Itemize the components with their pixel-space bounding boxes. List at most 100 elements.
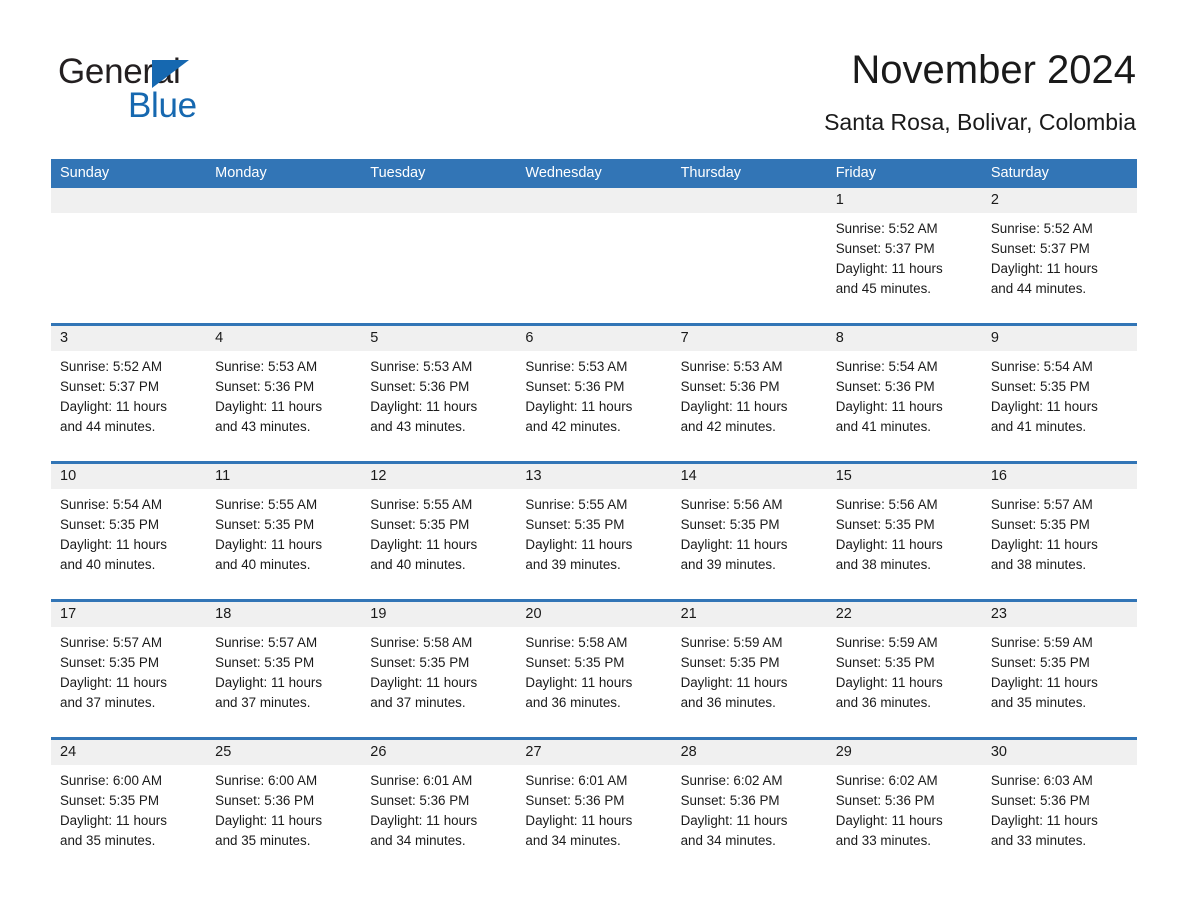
day-info-line: and 39 minutes. [525, 557, 621, 572]
day-info-line: and 42 minutes. [525, 419, 621, 434]
day-cell[interactable]: Sunrise: 5:55 AM Sunset: 5:35 PM Daylight:… [516, 489, 671, 599]
day-cell[interactable]: Sunrise: 5:57 AM Sunset: 5:35 PM Daylight:… [206, 627, 361, 737]
day-info-line: Sunset: 5:36 PM [370, 793, 470, 808]
day-cell[interactable]: Sunrise: 5:57 AM Sunset: 5:35 PM Daylight:… [51, 627, 206, 737]
day-info-line: Sunrise: 5:54 AM [835, 359, 938, 374]
day-cell[interactable]: Sunrise: 5:54 AM Sunset: 5:36 PM Daylight:… [827, 351, 982, 461]
day-info-line: Daylight: 11 hours [990, 675, 1098, 690]
day-number[interactable]: 1 [827, 188, 982, 213]
day-number[interactable]: 2 [982, 188, 1137, 213]
general-blue-logo: General Blue [58, 52, 318, 128]
day-cell[interactable]: Sunrise: 5:57 AM Sunset: 5:35 PM Daylight:… [982, 489, 1137, 599]
day-number[interactable]: 21 [672, 602, 827, 627]
day-detail-band: Sunrise: 5:52 AM Sunset: 5:37 PM Daylight:… [51, 213, 1137, 323]
day-info-line: Sunrise: 5:54 AM [60, 497, 162, 512]
day-number[interactable]: 12 [361, 464, 516, 489]
day-number[interactable]: 17 [51, 602, 206, 627]
day-cell[interactable]: Sunrise: 6:00 AM Sunset: 5:36 PM Daylight:… [206, 765, 361, 875]
day-cell[interactable]: Sunrise: 5:55 AM Sunset: 5:35 PM Daylight:… [206, 489, 361, 599]
day-info-line: Daylight: 11 hours [215, 399, 323, 414]
day-info-line: Sunset: 5:36 PM [680, 379, 780, 394]
day-cell[interactable]: Sunrise: 5:52 AM Sunset: 5:37 PM Daylight:… [827, 213, 982, 323]
day-detail-band: Sunrise: 5:52 AM Sunset: 5:37 PM Daylight:… [51, 351, 1137, 461]
day-number[interactable]: 9 [982, 326, 1137, 351]
day-info-line: Daylight: 11 hours [370, 675, 478, 690]
day-cell[interactable]: Sunrise: 5:53 AM Sunset: 5:36 PM Daylight:… [361, 351, 516, 461]
day-info-line: Daylight: 11 hours [680, 399, 788, 414]
day-info-line: and 41 minutes. [835, 419, 931, 434]
day-number[interactable]: 3 [51, 326, 206, 351]
day-info-line: Sunset: 5:36 PM [525, 793, 625, 808]
day-info-line: Sunset: 5:35 PM [370, 517, 470, 532]
day-info-line: Daylight: 11 hours [60, 399, 167, 414]
day-number[interactable]: 13 [516, 464, 671, 489]
day-number[interactable]: 7 [672, 326, 827, 351]
day-number[interactable]: 8 [827, 326, 982, 351]
day-info-line: and 43 minutes. [370, 419, 466, 434]
day-cell[interactable]: Sunrise: 5:56 AM Sunset: 5:35 PM Daylight:… [827, 489, 982, 599]
calendar-week-row: 24 25 26 27 28 29 30 Sunrise: 6:00 AM Sunset: 5:… [51, 737, 1137, 875]
day-info-line: Sunrise: 5:52 AM [835, 221, 938, 236]
day-info-line: Daylight: 11 hours [990, 261, 1098, 276]
day-info-line: Sunrise: 6:00 AM [215, 773, 318, 788]
day-number[interactable]: 5 [361, 326, 516, 351]
day-cell[interactable]: Sunrise: 5:54 AM Sunset: 5:35 PM Daylight:… [51, 489, 206, 599]
day-number[interactable]: 6 [516, 326, 671, 351]
day-cell[interactable]: Sunrise: 5:56 AM Sunset: 5:35 PM Daylight:… [672, 489, 827, 599]
day-cell[interactable]: Sunrise: 5:59 AM Sunset: 5:35 PM Daylight:… [827, 627, 982, 737]
day-info-line: Sunrise: 5:59 AM [990, 635, 1093, 650]
calendar-grid: Sunday Monday Tuesday Wednesday Thursday Frid… [51, 159, 1137, 875]
day-cell[interactable]: Sunrise: 6:00 AM Sunset: 5:35 PM Daylight:… [51, 765, 206, 875]
day-number[interactable]: 16 [982, 464, 1137, 489]
day-cell[interactable]: Sunrise: 5:53 AM Sunset: 5:36 PM Daylight:… [672, 351, 827, 461]
day-info-line: Sunrise: 6:03 AM [990, 773, 1093, 788]
day-cell[interactable]: Sunrise: 5:54 AM Sunset: 5:35 PM Daylight:… [982, 351, 1137, 461]
day-cell[interactable]: Sunrise: 5:55 AM Sunset: 5:35 PM Daylight:… [361, 489, 516, 599]
day-number-empty [361, 188, 516, 213]
day-number[interactable]: 4 [206, 326, 361, 351]
calendar-week-row: 10 11 12 13 14 15 16 Sunrise: 5:54 AM Sunset: 5:… [51, 461, 1137, 599]
day-number[interactable]: 15 [827, 464, 982, 489]
day-cell[interactable]: Sunrise: 6:02 AM Sunset: 5:36 PM Daylight:… [672, 765, 827, 875]
day-number[interactable]: 14 [672, 464, 827, 489]
day-number[interactable]: 20 [516, 602, 671, 627]
day-cell[interactable]: Sunrise: 5:58 AM Sunset: 5:35 PM Daylight:… [361, 627, 516, 737]
day-detail-band: Sunrise: 5:57 AM Sunset: 5:35 PM Daylight:… [51, 627, 1137, 737]
day-number[interactable]: 23 [982, 602, 1137, 627]
day-number[interactable]: 18 [206, 602, 361, 627]
day-info-line: Sunrise: 5:58 AM [370, 635, 473, 650]
day-info-line: and 43 minutes. [215, 419, 311, 434]
day-cell[interactable]: Sunrise: 6:03 AM Sunset: 5:36 PM Daylight:… [982, 765, 1137, 875]
day-number[interactable]: 24 [51, 740, 206, 765]
day-number[interactable]: 27 [516, 740, 671, 765]
day-number[interactable]: 19 [361, 602, 516, 627]
day-number[interactable]: 25 [206, 740, 361, 765]
day-number[interactable]: 28 [672, 740, 827, 765]
day-info-line: and 41 minutes. [990, 419, 1087, 434]
day-info-line: Sunrise: 5:55 AM [370, 497, 473, 512]
day-cell[interactable]: Sunrise: 5:53 AM Sunset: 5:36 PM Daylight:… [206, 351, 361, 461]
day-info-line: Daylight: 11 hours [680, 813, 788, 828]
day-info-line: Daylight: 11 hours [525, 675, 633, 690]
day-number[interactable]: 11 [206, 464, 361, 489]
day-cell[interactable]: Sunrise: 5:52 AM Sunset: 5:37 PM Daylight:… [982, 213, 1137, 323]
day-detail-band: Sunrise: 5:54 AM Sunset: 5:35 PM Daylight:… [51, 489, 1137, 599]
day-cell[interactable]: Sunrise: 6:01 AM Sunset: 5:36 PM Daylight:… [361, 765, 516, 875]
day-cell[interactable]: Sunrise: 5:59 AM Sunset: 5:35 PM Daylight:… [982, 627, 1137, 737]
weekday-header-monday: Monday [215, 165, 267, 181]
day-number-empty [516, 188, 671, 213]
day-cell[interactable]: Sunrise: 5:52 AM Sunset: 5:37 PM Daylight:… [51, 351, 206, 461]
day-cell[interactable]: Sunrise: 5:53 AM Sunset: 5:36 PM Daylight:… [516, 351, 671, 461]
day-cell[interactable]: Sunrise: 5:58 AM Sunset: 5:35 PM Daylight:… [516, 627, 671, 737]
day-cell[interactable]: Sunrise: 5:59 AM Sunset: 5:35 PM Daylight:… [672, 627, 827, 737]
day-number[interactable]: 29 [827, 740, 982, 765]
day-info-line: Daylight: 11 hours [990, 537, 1098, 552]
day-number[interactable]: 26 [361, 740, 516, 765]
day-info-line: and 38 minutes. [990, 557, 1087, 572]
day-number[interactable]: 10 [51, 464, 206, 489]
day-cell[interactable]: Sunrise: 6:01 AM Sunset: 5:36 PM Daylight:… [516, 765, 671, 875]
calendar-weeks: 1 2 Sunrise: 5:52 AM Sunset: 5:37 PM Dayligh… [51, 188, 1137, 875]
day-number[interactable]: 30 [982, 740, 1137, 765]
day-cell[interactable]: Sunrise: 6:02 AM Sunset: 5:36 PM Daylight:… [827, 765, 982, 875]
day-number[interactable]: 22 [827, 602, 982, 627]
